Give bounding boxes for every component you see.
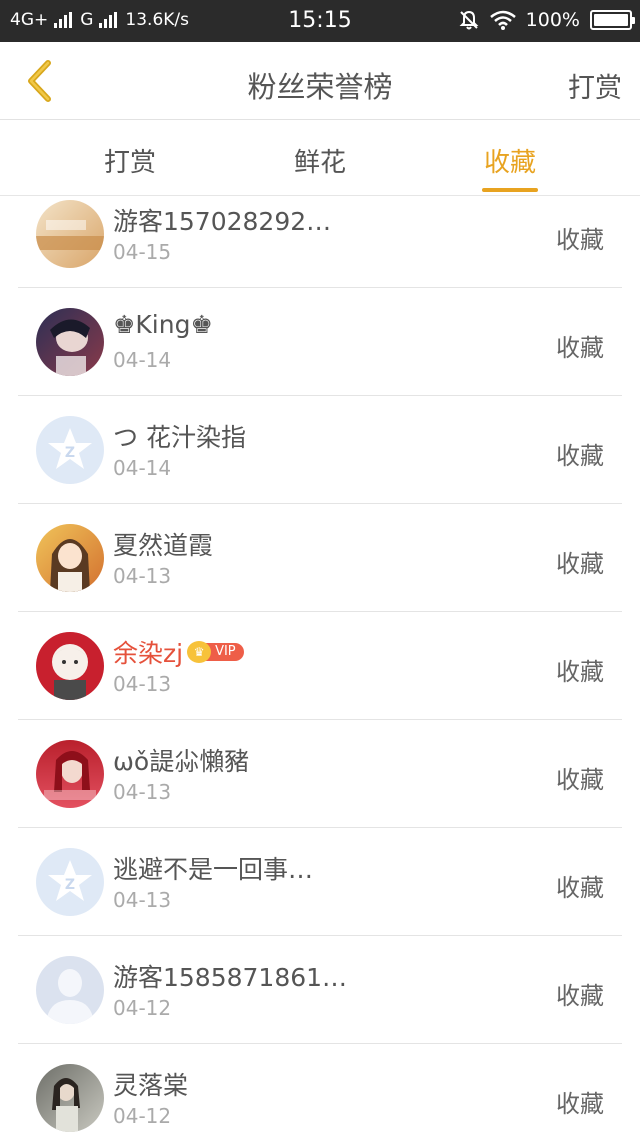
list-item[interactable]: 游客1585871861… 04-12 收藏 [18, 936, 622, 1044]
reward-button[interactable]: 打赏 [568, 66, 622, 105]
fan-name: ωǒ諟尛懶豬 [113, 747, 250, 776]
avatar [36, 1064, 104, 1132]
avatar [36, 308, 104, 376]
fan-name: 游客157028292… [113, 207, 332, 236]
fan-date: 04-12 [113, 1104, 172, 1128]
fan-list: 游客157028292… 04-15 收藏 ♚King♚ 04-14 收藏 Z … [0, 196, 640, 1138]
avatar [36, 740, 104, 808]
fan-date: 04-13 [113, 780, 172, 804]
fan-action-label: 收藏 [556, 874, 604, 902]
fan-action-label: 收藏 [556, 982, 604, 1010]
list-item[interactable]: ♚King♚ 04-14 收藏 [18, 288, 622, 396]
fan-action-label: 收藏 [556, 334, 604, 362]
svg-text:Z: Z [65, 877, 75, 893]
default-person-icon [36, 956, 104, 1024]
svg-text:Z: Z [65, 445, 75, 461]
fan-name: ♚King♚ [113, 310, 213, 339]
page-title: 粉丝荣誉榜 [247, 70, 393, 104]
fan-date: 04-13 [113, 564, 172, 588]
fan-name: 夏然道霞 [113, 531, 214, 560]
tab-favorites[interactable]: 收藏 [440, 120, 580, 196]
fan-date: 04-14 [113, 348, 172, 372]
chevron-left-icon [28, 60, 51, 102]
battery-icon [590, 10, 635, 30]
battery-percent: 100% [525, 9, 580, 31]
fan-action-label: 收藏 [556, 226, 604, 254]
fan-action-label: 收藏 [556, 766, 604, 794]
list-item[interactable]: Z 逃避不是一回事… 04-13 收藏 [18, 828, 622, 936]
fan-date: 04-12 [113, 996, 172, 1020]
crown-icon: ♛ [187, 641, 212, 663]
tab-bar: 打赏 鲜花 收藏 [0, 120, 640, 196]
fan-name: つ 花汁染指 [113, 423, 246, 452]
tab-flowers[interactable]: 鲜花 [250, 120, 390, 196]
status-bar: 4G+ G 13.6K/s 15:15 100% [0, 0, 640, 42]
list-item[interactable]: ωǒ諟尛懶豬 04-13 收藏 [18, 720, 622, 828]
list-item[interactable]: 余染zj ♛ VIP 04-13 收藏 [18, 612, 622, 720]
status-right: 100% [458, 9, 635, 31]
fan-name-row: 余染zj ♛ VIP [113, 634, 244, 670]
fan-date: 04-15 [113, 240, 172, 264]
back-button[interactable] [14, 56, 64, 106]
vip-badge: ♛ VIP [187, 641, 244, 663]
fan-date: 04-14 [113, 456, 172, 480]
fan-action-label: 收藏 [556, 550, 604, 578]
tab-reward[interactable]: 打赏 [60, 120, 200, 196]
fan-date: 04-13 [113, 672, 172, 696]
list-item[interactable]: 灵落棠 04-12 收藏 [18, 1044, 622, 1138]
fan-action-label: 收藏 [556, 442, 604, 470]
fan-name: 余染zj [113, 639, 184, 668]
fan-name: 游客1585871861… [113, 963, 348, 992]
list-item[interactable]: 夏然道霞 04-13 收藏 [18, 504, 622, 612]
fan-name: 逃避不是一回事… [113, 855, 314, 884]
avatar [36, 200, 104, 268]
mute-bell-icon [459, 10, 479, 30]
wifi-icon [489, 10, 516, 30]
nav-bar: 粉丝荣誉榜 打赏 [0, 42, 640, 120]
fan-action-label: 收藏 [556, 658, 604, 686]
fan-name: 灵落棠 [113, 1071, 189, 1100]
list-item[interactable]: Z つ 花汁染指 04-14 收藏 [18, 396, 622, 504]
avatar [36, 632, 104, 700]
avatar [36, 524, 104, 592]
list-item[interactable]: 游客157028292… 04-15 收藏 [18, 196, 622, 288]
default-avatar-icon: Z [36, 416, 104, 484]
fan-action-label: 收藏 [556, 1090, 604, 1118]
active-tab-indicator [482, 188, 538, 192]
fan-date: 04-13 [113, 888, 172, 912]
default-avatar-icon: Z [36, 848, 104, 916]
